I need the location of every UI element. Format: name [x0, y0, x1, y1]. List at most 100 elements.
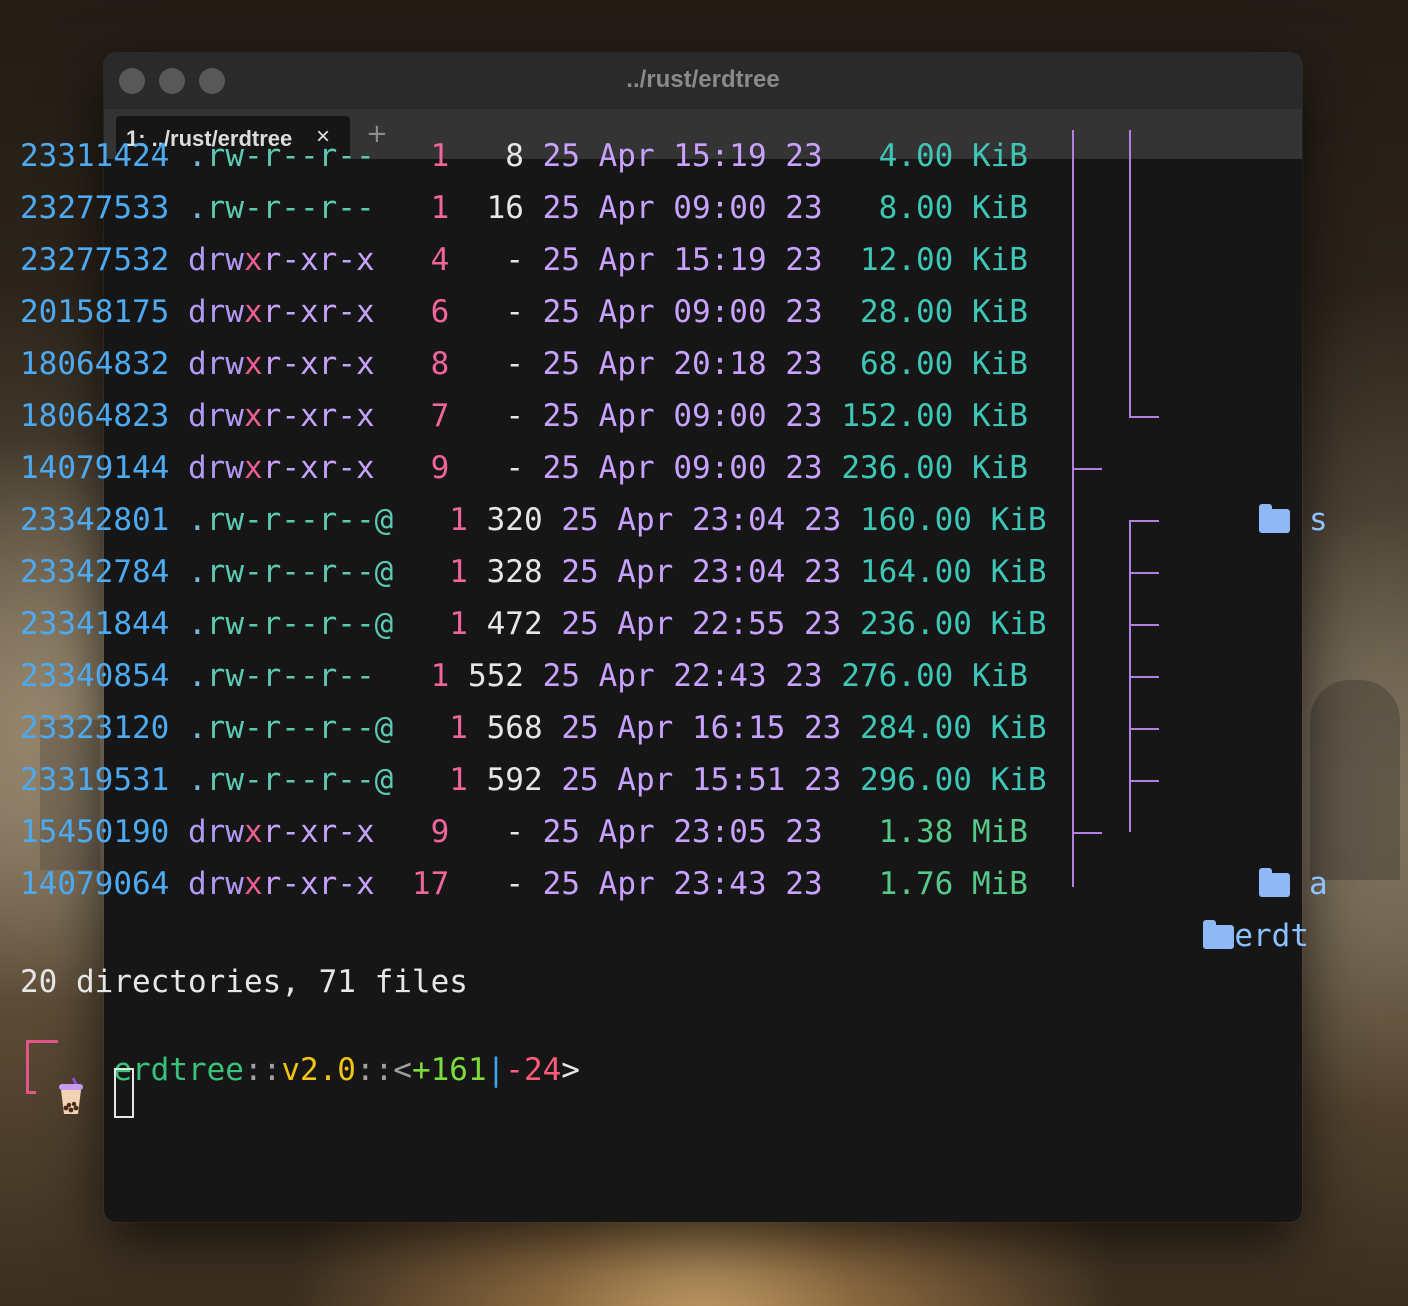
table-row[interactable]: 18064832 drwxr-xr-x 8 - 25 Apr 20:18 23 …: [20, 338, 1047, 390]
disk-usage-cell: 296.00 KiB: [859, 762, 1047, 798]
permission-part: rw-r--r--@: [206, 762, 394, 798]
links-cell: 1: [411, 502, 468, 538]
prompt-version: v2.0: [281, 1052, 356, 1088]
permission-part: r-x: [318, 398, 375, 434]
permission-part: x: [243, 814, 263, 850]
inode-cell: 23323120: [20, 710, 170, 746]
permissions-cell: drwxr-xr-x: [188, 398, 375, 434]
permission-part: rw-r--r--@: [206, 554, 394, 590]
disk-usage-cell: 68.00 KiB: [841, 346, 1028, 382]
table-row[interactable]: 23319531 .rw-r--r--@ 1 592 25 Apr 15:51 …: [20, 754, 1047, 806]
permission-part: r-x: [262, 450, 319, 486]
permission-part: drw: [187, 346, 244, 382]
links-cell: 1: [393, 658, 450, 694]
prompt-added: +161: [411, 1052, 487, 1088]
table-row[interactable]: 23277533 .rw-r--r-- 1 16 25 Apr 09:00 23…: [20, 182, 1047, 234]
permission-part: x: [243, 294, 263, 330]
permission-part: r-x: [262, 398, 319, 434]
links-cell: 8: [393, 346, 450, 382]
permission-part: x: [243, 346, 263, 382]
permission-part: .: [187, 762, 207, 798]
disk-usage-cell: 236.00 KiB: [841, 450, 1028, 486]
inode-cell: 23311424: [20, 138, 170, 174]
inode-cell: 23341844: [20, 606, 170, 642]
permissions-cell: drwxr-xr-x: [188, 242, 375, 278]
disk-usage-cell: 12.00 KiB: [841, 242, 1028, 278]
permission-part: r-x: [318, 866, 375, 902]
permission-part: r-x: [318, 346, 375, 382]
permission-part: .: [187, 138, 207, 174]
permission-part: r-x: [262, 346, 319, 382]
links-cell: 9: [393, 450, 450, 486]
disk-usage-cell: 276.00 KiB: [841, 658, 1028, 694]
table-row[interactable]: 23311424 .rw-r--r-- 1 8 25 Apr 15:19 23 …: [20, 130, 1047, 182]
table-row[interactable]: 14079144 drwxr-xr-x 9 - 25 Apr 09:00 23 …: [20, 442, 1047, 494]
permission-part: drw: [187, 814, 244, 850]
tree-branches: [1056, 130, 1176, 910]
permission-part: r-x: [318, 814, 375, 850]
permissions-cell: .rw-r--r--@: [188, 762, 393, 798]
table-row[interactable]: 18064823 drwxr-xr-x 7 - 25 Apr 09:00 23 …: [20, 390, 1047, 442]
prompt-close: >: [561, 1052, 580, 1088]
date-cell: 25 Apr 22:43 23: [542, 658, 823, 694]
tree-hline: [1129, 728, 1159, 730]
permission-part: x: [243, 398, 263, 434]
date-cell: 25 Apr 15:51 23: [561, 762, 842, 798]
tree-hline: [1129, 416, 1159, 418]
inode-cell: 23340854: [20, 658, 170, 694]
disk-usage-cell: 164.00 KiB: [859, 554, 1047, 590]
disk-usage-cell: 152.00 KiB: [841, 398, 1028, 434]
prompt-bracket: [26, 1091, 36, 1094]
links-cell: 1: [393, 138, 450, 174]
permission-part: x: [243, 450, 263, 486]
disk-usage-cell: 8.00 KiB: [841, 190, 1028, 226]
table-row[interactable]: 20158175 drwxr-xr-x 6 - 25 Apr 09:00 23 …: [20, 286, 1047, 338]
permissions-cell: drwxr-xr-x: [188, 346, 375, 382]
table-row[interactable]: 14079064 drwxr-xr-x 17 - 25 Apr 23:43 23…: [20, 858, 1047, 910]
permission-part: .: [187, 554, 207, 590]
permissions-cell: .rw-r--r--: [188, 658, 375, 694]
permission-part: r-x: [262, 866, 319, 902]
tree-hline: [1129, 780, 1159, 782]
tree-entry-s[interactable]: s: [1222, 442, 1328, 546]
table-row[interactable]: 23277532 drwxr-xr-x 4 - 25 Apr 15:19 23 …: [20, 234, 1047, 286]
permissions-cell: .rw-r--r--@: [188, 710, 393, 746]
links-cell: 4: [393, 242, 450, 278]
links-cell: 1: [411, 710, 468, 746]
permission-part: r-x: [262, 814, 319, 850]
size-cell: 552: [467, 658, 524, 694]
titlebar[interactable]: ../rust/erdtree: [104, 53, 1302, 109]
links-cell: 7: [393, 398, 450, 434]
permissions-cell: .rw-r--r--: [188, 138, 375, 174]
permissions-cell: drwxr-xr-x: [188, 866, 375, 902]
disk-usage-cell: 160.00 KiB: [859, 502, 1047, 538]
date-cell: 25 Apr 09:00 23: [542, 450, 823, 486]
terminal-output[interactable]: 23311424 .rw-r--r-- 1 8 25 Apr 15:19 23 …: [20, 130, 1047, 910]
table-row[interactable]: 23323120 .rw-r--r--@ 1 568 25 Apr 16:15 …: [20, 702, 1047, 754]
date-cell: 25 Apr 15:19 23: [542, 242, 823, 278]
disk-usage-cell: 1.76 MiB: [841, 866, 1028, 902]
table-row[interactable]: 23341844 .rw-r--r--@ 1 472 25 Apr 22:55 …: [20, 598, 1047, 650]
date-cell: 25 Apr 16:15 23: [561, 710, 842, 746]
prompt-removed: -24: [505, 1052, 562, 1088]
table-row[interactable]: 23342784 .rw-r--r--@ 1 328 25 Apr 23:04 …: [20, 546, 1047, 598]
prompt-bracket: [26, 1040, 29, 1094]
table-row[interactable]: 23340854 .rw-r--r-- 1 552 25 Apr 22:43 2…: [20, 650, 1047, 702]
permission-part: rw-r--r--: [206, 190, 375, 226]
table-row[interactable]: 23342801 .rw-r--r--@ 1 320 25 Apr 23:04 …: [20, 494, 1047, 546]
permissions-cell: .rw-r--r--: [188, 190, 375, 226]
date-cell: 25 Apr 09:00 23: [542, 398, 823, 434]
date-cell: 25 Apr 23:05 23: [542, 814, 823, 850]
inode-cell: 18064832: [20, 346, 170, 382]
tree-entry-erdt[interactable]: erdt: [1166, 858, 1309, 962]
permission-part: .: [187, 658, 207, 694]
size-cell: -: [468, 450, 524, 486]
table-row[interactable]: 15450190 drwxr-xr-x 9 - 25 Apr 23:05 23 …: [20, 806, 1047, 858]
permissions-cell: .rw-r--r--@: [188, 502, 393, 538]
links-cell: 6: [393, 294, 450, 330]
date-cell: 25 Apr 23:04 23: [561, 502, 842, 538]
size-cell: -: [468, 242, 524, 278]
disk-usage-cell: 284.00 KiB: [859, 710, 1047, 746]
tree-hline: [1129, 676, 1159, 678]
links-cell: 1: [411, 554, 468, 590]
